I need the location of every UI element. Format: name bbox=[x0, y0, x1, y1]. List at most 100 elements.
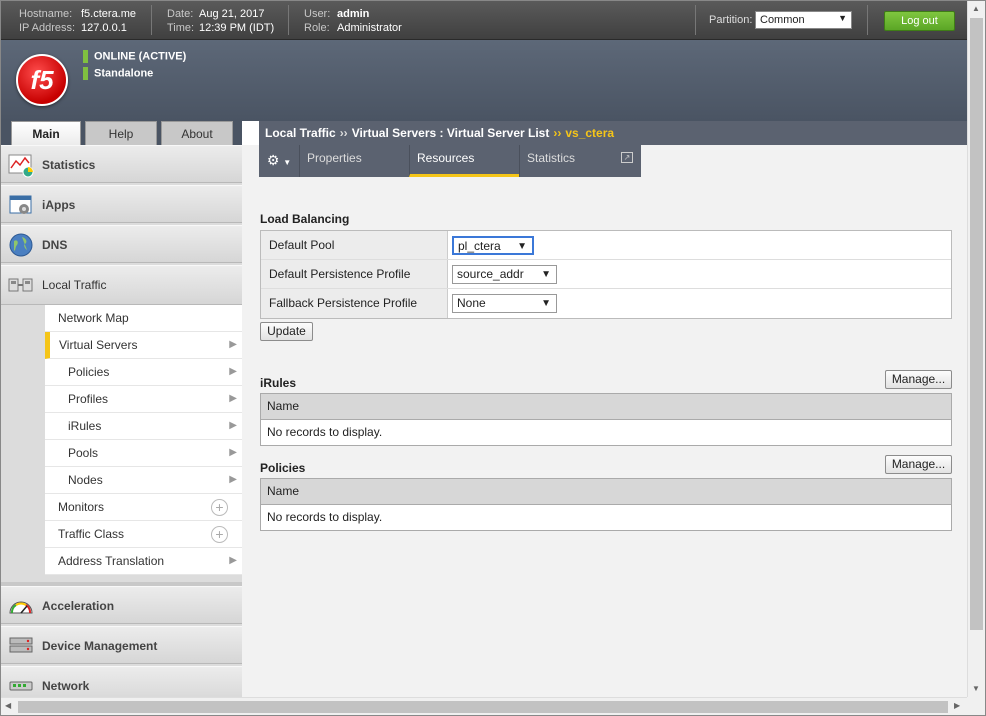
sidebar-item-dns[interactable]: DNS bbox=[1, 225, 242, 263]
tab-help[interactable]: Help bbox=[85, 121, 157, 145]
fallback-persistence-label: Fallback Persistence Profile bbox=[261, 289, 448, 318]
breadcrumb-separator: ›› bbox=[553, 126, 562, 140]
chevron-right-icon: ▶ bbox=[229, 447, 237, 458]
subitem-label: Profiles bbox=[68, 392, 109, 406]
irules-empty-message: No records to display. bbox=[267, 425, 383, 439]
tab-statistics-label: Statistics bbox=[527, 151, 576, 165]
policies-empty-message: No records to display. bbox=[267, 510, 383, 524]
subitem-label: Pools bbox=[68, 446, 99, 460]
load-balancing-table: Default Pool pl_ctera ▼ Default Persiste… bbox=[260, 230, 952, 319]
sidebar-subitem-traffic-class[interactable]: Traffic Class + bbox=[45, 521, 242, 548]
globe-icon bbox=[9, 233, 33, 257]
default-persistence-label: Default Persistence Profile bbox=[261, 260, 448, 288]
fallback-persistence-value: None bbox=[457, 296, 486, 310]
add-icon[interactable]: + bbox=[211, 499, 228, 516]
sidebar-item-label: Device Management bbox=[42, 639, 158, 653]
user-info: User: admin Role: Administrator bbox=[304, 7, 402, 35]
sidebar-subitem-virtual-servers[interactable]: Virtual Servers ▶ bbox=[45, 332, 242, 359]
network-icon bbox=[9, 681, 33, 691]
scroll-down-icon[interactable]: ▼ bbox=[972, 684, 980, 693]
sidebar-subitem-pools[interactable]: Pools ▶ bbox=[45, 440, 242, 467]
update-button[interactable]: Update bbox=[260, 322, 313, 341]
subitem-label: Traffic Class bbox=[58, 527, 125, 541]
sidebar-item-iapps[interactable]: iApps bbox=[1, 185, 242, 223]
vertical-scrollbar[interactable]: ▲ ▼ bbox=[967, 1, 985, 697]
sidebar-subitem-address-translation[interactable]: Address Translation ▶ bbox=[45, 548, 242, 575]
sidebar-item-label: Statistics bbox=[42, 158, 96, 172]
chevron-right-icon: ▶ bbox=[229, 393, 237, 404]
sidebar-subitem-policies[interactable]: Policies ▶ bbox=[45, 359, 242, 386]
irules-name-column[interactable]: Name bbox=[261, 394, 951, 420]
logout-button[interactable]: Log out bbox=[884, 11, 955, 31]
sidebar-subitem-irules[interactable]: iRules ▶ bbox=[45, 413, 242, 440]
fallback-persistence-select[interactable]: None ▼ bbox=[452, 294, 557, 313]
date-label: Date: bbox=[167, 8, 194, 20]
default-pool-select[interactable]: pl_ctera ▼ bbox=[452, 236, 534, 255]
local-traffic-icon bbox=[8, 278, 33, 292]
date-info: Date: Aug 21, 2017 Time: 12:39 PM (IDT) bbox=[167, 7, 274, 35]
default-persistence-value: source_addr bbox=[457, 267, 524, 281]
popout-icon[interactable]: ↗ bbox=[621, 152, 633, 163]
partition-select[interactable]: Common ▼ bbox=[755, 11, 852, 29]
tab-properties[interactable]: Properties bbox=[299, 145, 409, 177]
scrollbar-corner bbox=[967, 697, 985, 715]
tab-main[interactable]: Main bbox=[11, 121, 81, 145]
chevron-down-icon: ▼ bbox=[283, 158, 292, 167]
breadcrumb-virtual-server-list[interactable]: Virtual Servers : Virtual Server List bbox=[352, 126, 550, 140]
irules-table: Name No records to display. bbox=[260, 393, 952, 446]
role-label: Role: bbox=[304, 22, 330, 34]
chevron-down-icon: ▼ bbox=[541, 298, 551, 309]
policies-name-column[interactable]: Name bbox=[261, 479, 951, 505]
status-indicator bbox=[83, 50, 88, 63]
sidebar-item-acceleration[interactable]: Acceleration bbox=[1, 586, 242, 624]
sidebar-item-network[interactable]: Network bbox=[1, 666, 242, 697]
brand-header: f5 ONLINE (ACTIVE) Standalone bbox=[1, 40, 967, 121]
scrollbar-thumb[interactable] bbox=[18, 701, 948, 713]
breadcrumb-local-traffic[interactable]: Local Traffic bbox=[265, 126, 336, 140]
add-icon[interactable]: + bbox=[211, 526, 228, 543]
table-row: Default Pool pl_ctera ▼ bbox=[261, 231, 951, 260]
sidebar-subitem-nodes[interactable]: Nodes ▶ bbox=[45, 467, 242, 494]
user-label: User: bbox=[304, 8, 331, 20]
policies-manage-button[interactable]: Manage... bbox=[885, 455, 952, 474]
default-persistence-select[interactable]: source_addr ▼ bbox=[452, 265, 557, 284]
scroll-right-icon[interactable]: ▶ bbox=[954, 701, 960, 710]
status-online-text: ONLINE (ACTIVE) bbox=[94, 50, 187, 63]
status-indicator bbox=[83, 67, 88, 80]
statistics-icon bbox=[8, 154, 34, 178]
breadcrumb: Local Traffic ›› Virtual Servers : Virtual… bbox=[259, 121, 967, 145]
sidebar-item-statistics[interactable]: Statistics bbox=[1, 145, 242, 183]
breadcrumb-current: vs_ctera bbox=[565, 126, 615, 140]
role-value: Administrator bbox=[337, 22, 402, 34]
chevron-down-icon: ▼ bbox=[541, 269, 551, 280]
chevron-down-icon: ▼ bbox=[517, 241, 527, 252]
scroll-up-icon[interactable]: ▲ bbox=[972, 4, 980, 13]
tab-resources[interactable]: Resources bbox=[409, 145, 519, 177]
tab-statistics[interactable]: Statistics ↗ bbox=[519, 145, 641, 177]
irules-manage-button[interactable]: Manage... bbox=[885, 370, 952, 389]
ip-label: IP Address: bbox=[19, 22, 76, 34]
divider bbox=[151, 5, 152, 35]
chevron-right-icon: ▶ bbox=[229, 474, 237, 485]
sidebar-subitem-network-map[interactable]: Network Map bbox=[45, 305, 242, 332]
horizontal-scrollbar[interactable]: ◀ ▶ bbox=[1, 697, 967, 715]
status-mode-text: Standalone bbox=[94, 67, 154, 80]
breadcrumb-separator: ›› bbox=[339, 126, 348, 140]
divider bbox=[867, 5, 868, 35]
chevron-right-icon: ▶ bbox=[229, 339, 237, 350]
subitem-label: Policies bbox=[68, 365, 110, 379]
scrollbar-thumb[interactable] bbox=[970, 18, 983, 630]
tab-about[interactable]: About bbox=[161, 121, 233, 145]
sidebar-item-label: Network bbox=[42, 679, 90, 693]
sidebar-item-device-management[interactable]: Device Management bbox=[1, 626, 242, 664]
scroll-left-icon[interactable]: ◀ bbox=[5, 701, 11, 710]
nav-tabs: Main Help About bbox=[1, 121, 242, 145]
status-mode: Standalone bbox=[83, 67, 153, 80]
default-pool-value: pl_ctera bbox=[458, 239, 501, 253]
date-value: Aug 21, 2017 bbox=[199, 8, 265, 20]
sidebar-subitem-monitors[interactable]: Monitors + bbox=[45, 494, 242, 521]
sidebar-item-local-traffic[interactable]: Local Traffic bbox=[1, 265, 242, 305]
subitem-label: Network Map bbox=[58, 311, 129, 325]
gear-menu[interactable]: ⚙ ▼ bbox=[259, 145, 299, 177]
sidebar-subitem-profiles[interactable]: Profiles ▶ bbox=[45, 386, 242, 413]
